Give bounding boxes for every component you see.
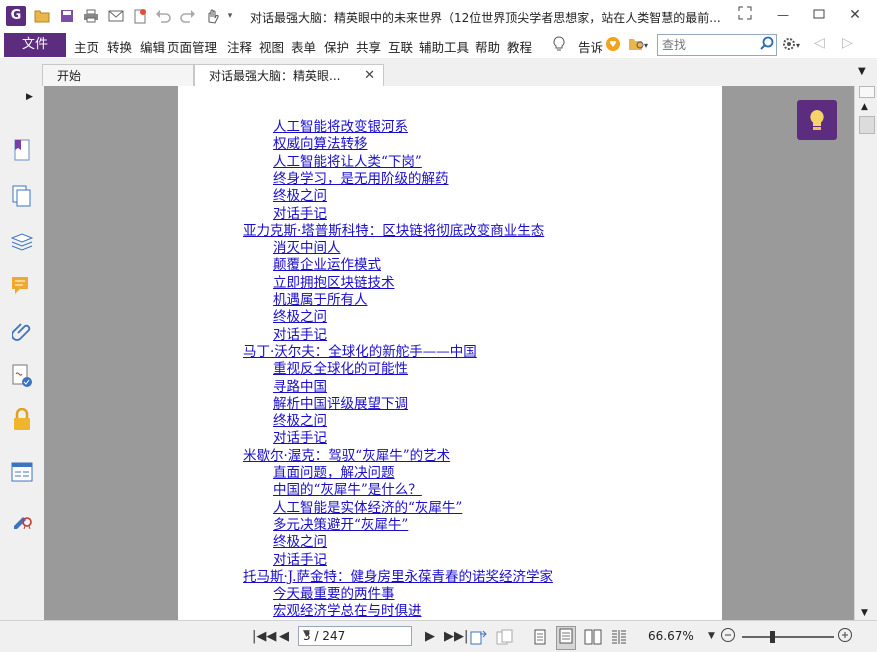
comments-panel-icon[interactable] [10,274,34,298]
menu-home[interactable]: 主页 [74,37,99,56]
next-view-icon[interactable]: ▷ [842,35,853,51]
navigation-panel: ▶ [0,86,45,620]
form-fields-icon[interactable] [10,460,34,484]
status-bar: |◀◀ ◀ 3 / 247 ▼ ▶ ▶▶| 66.67% ▼ [0,620,877,652]
attachment-icon[interactable] [10,320,34,344]
email-icon[interactable] [108,8,124,24]
save-icon[interactable] [59,8,75,24]
window-title: 对话最强大脑：精英眼中的未来世界（12位世界顶尖学者思想家，站在人类智慧的最前.… [250,11,721,25]
new-icon[interactable] [132,8,148,24]
settings-icon[interactable]: ▾ [782,36,804,55]
menu-comment[interactable]: 注释 [227,37,252,56]
tips-button[interactable] [797,100,837,140]
like-icon[interactable] [605,36,621,55]
zoom-dropdown-icon[interactable]: ▼ [708,631,715,641]
scroll-down-icon[interactable]: ▼ [861,608,868,618]
find-options-icon[interactable]: ▾ [628,36,650,55]
certify-icon[interactable] [10,506,34,530]
menu-share[interactable]: 共享 [356,37,381,56]
menu-protect[interactable]: 保护 [324,37,349,56]
tab-label: 开始 [57,69,82,83]
chevron-down-icon[interactable]: ▼ [303,629,407,639]
maximize-button[interactable] [808,6,830,24]
previous-view-icon[interactable] [470,629,488,649]
redo-icon[interactable] [180,8,196,24]
expand-panel-icon[interactable]: ▶ [26,92,33,102]
menu-form[interactable]: 表单 [291,37,316,56]
svg-text:▾: ▾ [644,41,648,50]
continuous-facing-icon[interactable] [610,629,628,649]
toc-link[interactable]: 宏观经济学总在与时俱进 [273,599,422,619]
title-bar: G ▾ 对话最强大脑：精英眼中的未来世界（12位世界顶尖学者思想家，站在人类智慧… [0,0,877,32]
print-icon[interactable] [83,8,99,24]
previous-page-icon[interactable]: ◀ [279,629,289,644]
lightbulb-icon [810,110,824,130]
menu-connect[interactable]: 互联 [388,37,413,56]
document-viewport[interactable]: 人工智能将改变银河系 权威向算法转移 人工智能将让人类“下岗” 终身学习，是无用阶级的… [44,86,854,620]
facing-pages-icon[interactable] [584,629,602,649]
previous-view-icon[interactable]: ◁ [814,35,825,51]
close-button[interactable]: ✕ [844,6,866,24]
last-page-icon[interactable]: ▶▶| [444,629,468,644]
search-input[interactable] [660,36,760,54]
menu-tutorial[interactable]: 教程 [507,37,532,56]
vertical-scrollbar[interactable]: ▲ ▼ [854,86,877,620]
menu-convert[interactable]: 转换 [107,37,132,56]
zoom-slider-knob[interactable] [770,631,775,643]
zoom-level[interactable]: 66.67% [648,629,694,643]
menu-accessibility[interactable]: 辅助工具 [419,37,469,56]
chevron-down-icon[interactable]: ▾ [222,8,238,24]
zoom-slider[interactable] [742,631,834,643]
zoom-out-icon[interactable] [720,627,736,647]
next-page-icon[interactable]: ▶ [425,629,435,644]
tab-label: 对话最强大脑：精英眼... [209,69,341,83]
menu-file[interactable]: 文件 [4,33,66,57]
svg-text:▾: ▾ [796,41,800,50]
search-icon[interactable] [760,36,774,54]
tab-list-dropdown-icon[interactable]: ▼ [858,66,866,77]
scroll-split-handle[interactable] [859,86,875,98]
menu-edit[interactable]: 编辑 [140,37,165,56]
tell-me-label[interactable]: 告诉 [578,37,603,56]
hand-tool-icon[interactable] [204,8,220,24]
signature-panel-icon[interactable] [10,364,34,388]
zoom-in-icon[interactable] [837,627,853,647]
search-field[interactable] [657,34,777,56]
menu-page-management[interactable]: 页面管理 [167,37,217,56]
pdf-page: 人工智能将改变银河系 权威向算法转移 人工智能将让人类“下岗” 终身学习，是无用阶级的… [178,86,722,620]
continuous-page-icon[interactable] [556,626,576,650]
menu-view[interactable]: 视图 [259,37,284,56]
document-tab-bar: 开始 对话最强大脑：精英眼... ✕ ▼ [0,58,877,87]
bookmark-panel-icon[interactable] [10,138,34,162]
undo-icon[interactable] [155,8,171,24]
tab-document[interactable]: 对话最强大脑：精英眼... ✕ [194,64,384,87]
next-view-icon[interactable] [496,629,514,649]
open-icon[interactable] [34,8,50,24]
tab-start[interactable]: 开始 [42,64,194,86]
first-page-icon[interactable]: |◀◀ [252,629,276,644]
close-tab-icon[interactable]: ✕ [364,65,375,87]
fullscreen-icon[interactable] [734,6,756,24]
page-thumbnails-icon[interactable] [10,184,34,208]
minimize-button[interactable]: — [772,6,794,24]
ribbon-menu-bar: 文件 主页 转换 编辑 页面管理 注释 视图 表单 保护 共享 互联 辅助工具 … [0,32,877,59]
security-lock-icon[interactable] [10,408,34,432]
layers-icon[interactable] [10,230,34,254]
single-page-icon[interactable] [534,629,546,649]
menu-help[interactable]: 帮助 [475,37,500,56]
scroll-up-icon[interactable]: ▲ [861,102,868,112]
page-number-field[interactable]: 3 / 247 ▼ [298,626,412,646]
app-logo[interactable]: G [6,6,26,26]
scrollbar-thumb[interactable] [859,116,875,134]
lightbulb-icon[interactable] [552,36,566,55]
